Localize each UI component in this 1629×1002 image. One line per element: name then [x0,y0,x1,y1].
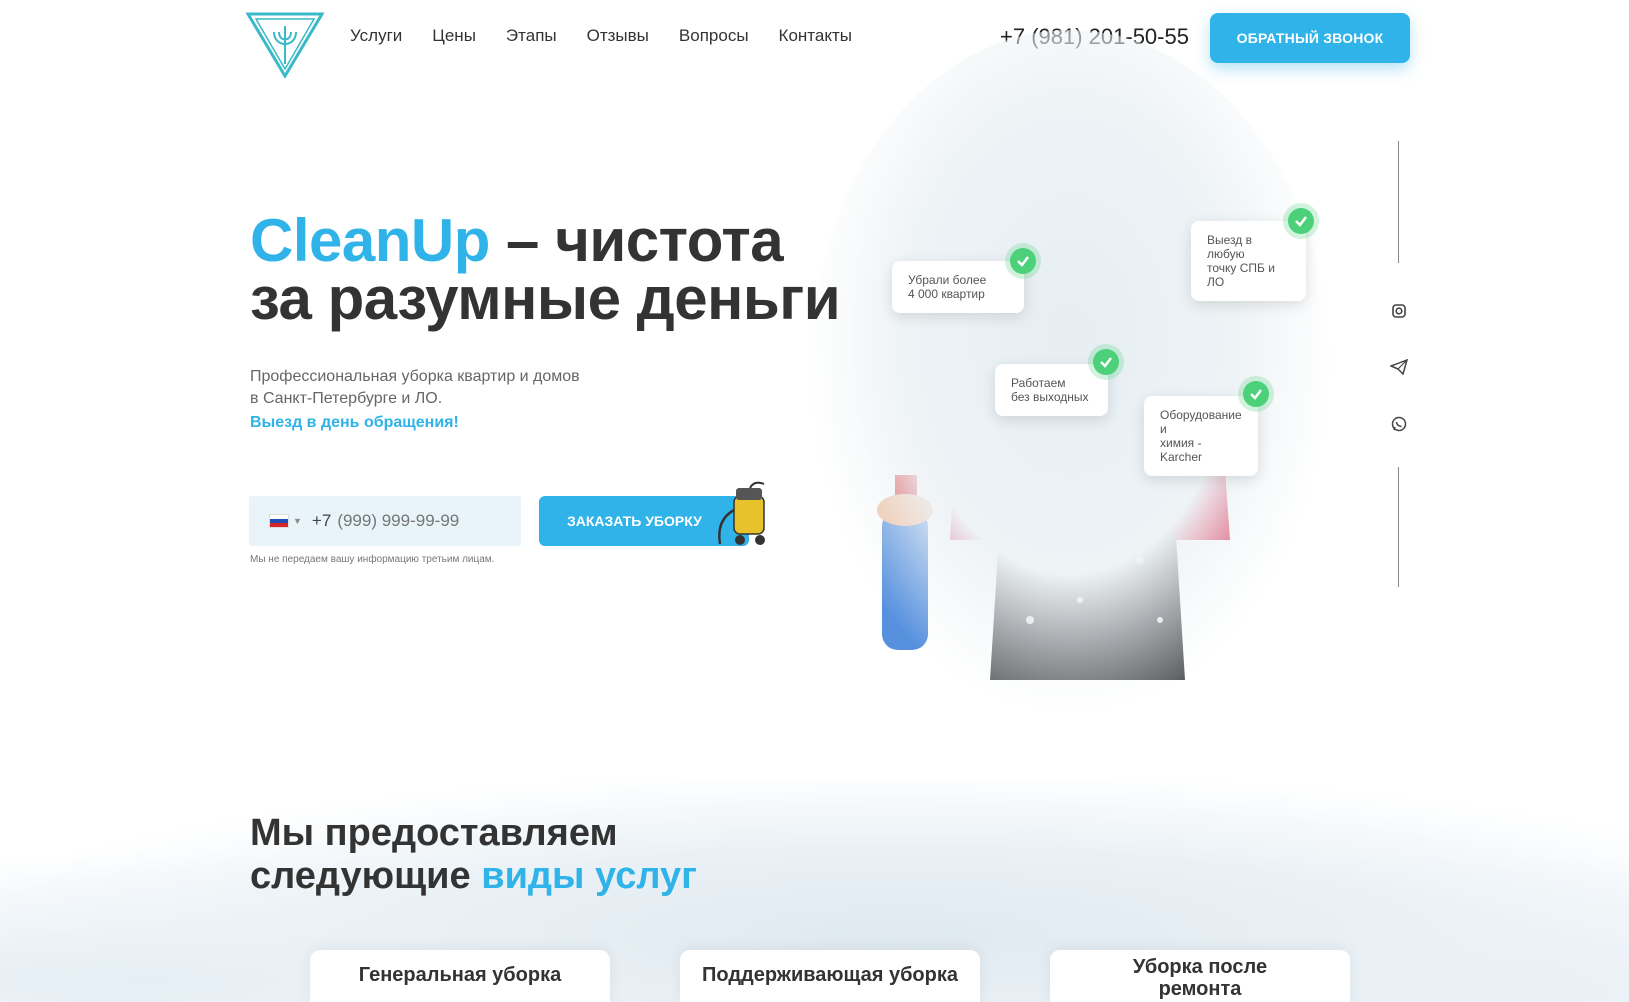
title-part: – чистота [489,207,784,274]
title-part: следующие [250,855,482,897]
phone-input[interactable] [337,511,518,531]
check-icon [1243,381,1269,407]
vacuum-cleaner-icon [718,481,765,545]
russia-flag-icon[interactable] [269,514,289,528]
hero-title: CleanUp – чистота за разумные деньги [250,211,841,329]
phone-field: ▼ +7 [249,496,521,546]
badge-karcher: Оборудование и химия - Karcher [1144,396,1258,476]
instagram-icon[interactable] [1389,301,1409,321]
title-accent: виды услуг [481,855,697,897]
hero-subtitle: Профессиональная уборка квартир и домов … [250,366,630,410]
check-icon [1093,349,1119,375]
logo[interactable] [246,12,324,78]
nav-stages[interactable]: Этапы [506,26,557,46]
card-title: Уборка после [1132,956,1268,978]
rail-divider [1398,467,1399,587]
card-title: Поддерживающая уборка [701,964,958,986]
rail-divider [1398,141,1399,263]
card-title: Генеральная уборка [358,964,562,986]
badge-line: без выходных [1011,390,1089,404]
badge-apartments: Убрали более 4 000 квартир [892,261,1024,313]
check-icon [1288,208,1314,234]
nav-prices[interactable]: Цены [432,26,476,46]
subtitle-line: Профессиональная уборка квартир и домов [250,368,580,385]
brand-name: CleanUp [250,207,490,274]
service-card-maintenance[interactable]: Поддерживающая уборка [680,950,980,1002]
badge-line: химия - Karcher [1160,436,1203,464]
badge-line: точку СПБ и ЛО [1207,261,1275,289]
badge-line: Оборудование и [1160,408,1242,436]
badge-line: Убрали более [908,273,987,287]
chevron-down-icon[interactable]: ▼ [293,516,302,526]
title-part: за разумные деньги [250,265,841,332]
nav-reviews[interactable]: Отзывы [587,26,649,46]
nav-faq[interactable]: Вопросы [679,26,749,46]
check-icon [1010,248,1036,274]
main-nav: Услуги Цены Этапы Отзывы Вопросы Контакт… [350,26,852,46]
badge-line: Работаем [1011,376,1066,390]
card-title: ремонта [1158,978,1242,1000]
badge-line: 4 000 квартир [908,287,985,301]
subtitle-line: в Санкт-Петербурге и ЛО. [250,390,443,407]
service-card-general[interactable]: Генеральная уборка [310,950,610,1002]
title-part: Мы предоставляем [250,812,618,854]
nav-services[interactable]: Услуги [350,26,402,46]
services-title: Мы предоставляем следующие виды услуг [250,812,697,898]
whatsapp-icon[interactable] [1389,414,1409,434]
hero-note: Выезд в день обращения! [250,414,459,431]
service-card-renovation[interactable]: Уборка после ремонта [1050,950,1350,1002]
badge-no-weekends: Работаем без выходных [995,364,1108,416]
badge-anywhere: Выезд в любую точку СПБ и ЛО [1191,221,1306,301]
badge-line: Выезд в любую [1207,233,1252,261]
privacy-disclaimer: Мы не передаем вашу информацию третьим л… [250,554,495,565]
phone-prefix: +7 [311,511,332,530]
telegram-icon[interactable] [1389,357,1409,377]
